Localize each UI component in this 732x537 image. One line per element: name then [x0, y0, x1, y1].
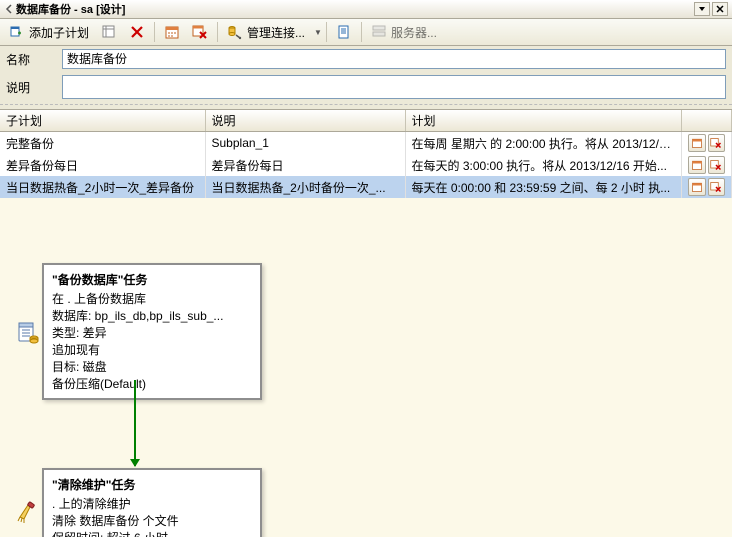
add-subplan-icon [9, 24, 25, 40]
schedule-edit-button[interactable] [688, 134, 706, 152]
task-title: "清除维护"任务 [52, 476, 252, 493]
task-line: 备份压缩(Default) [52, 375, 252, 392]
col-schedule[interactable]: 计划 [405, 110, 682, 132]
delete-icon [129, 24, 145, 40]
task-line: 类型: 差异 [52, 324, 252, 341]
task-backup-database[interactable]: "备份数据库"任务 在 . 上备份数据库 数据库: bp_ils_db,bp_i… [42, 263, 262, 400]
report-options-button[interactable] [331, 20, 357, 44]
titlebar: 数据库备份 - sa [设计] [0, 0, 732, 19]
name-row: 名称 [0, 46, 732, 72]
chevron-down-icon[interactable]: ▼ [314, 28, 322, 37]
schedule-delete-button[interactable] [708, 156, 726, 174]
calendar-icon [164, 24, 180, 40]
connector-success[interactable] [134, 380, 136, 466]
cell-desc: 差异备份每日 [205, 154, 405, 176]
cell-schedule: 每天在 0:00:00 和 23:59:59 之间、每 2 小时 执... [405, 176, 682, 198]
cell-subplan: 当日数据热备_2小时一次_差异备份 [0, 176, 205, 198]
tab-chevron-left-icon[interactable] [4, 4, 14, 14]
arrow-down-icon [130, 459, 140, 467]
name-label: 名称 [6, 51, 62, 68]
task-line: 保留时间: 超过 6 小时 [52, 529, 252, 537]
task-line: 在 . 上备份数据库 [52, 290, 252, 307]
table-row[interactable]: 差异备份每日 差异备份每日 在每天的 3:00:00 执行。将从 2013/12… [0, 154, 732, 176]
cell-schedule: 在每周 星期六 的 2:00:00 执行。将从 2013/12/1... [405, 132, 682, 155]
name-input[interactable] [62, 49, 726, 69]
desc-label: 说明 [6, 79, 62, 96]
window-title: 数据库备份 - sa [设计] [16, 1, 125, 17]
calendar-delete-icon [192, 24, 208, 40]
schedule-delete-button[interactable] [708, 134, 726, 152]
schedule-edit-button[interactable] [688, 156, 706, 174]
task-line: 追加现有 [52, 341, 252, 358]
manage-connections-label: 管理连接... [247, 24, 305, 41]
subplan-props-icon [101, 24, 117, 40]
col-subplan[interactable]: 子计划 [0, 110, 205, 132]
calendar-delete-button[interactable] [187, 20, 213, 44]
design-canvas[interactable]: "备份数据库"任务 在 . 上备份数据库 数据库: bp_ils_db,bp_i… [0, 198, 732, 537]
cell-subplan: 差异备份每日 [0, 154, 205, 176]
desc-row: 说明 [0, 72, 732, 102]
servers-button[interactable]: 服务器... [366, 20, 442, 44]
desc-input[interactable] [62, 75, 726, 99]
cell-schedule: 在每天的 3:00:00 执行。将从 2013/12/16 开始... [405, 154, 682, 176]
close-button[interactable] [712, 2, 728, 16]
backup-db-icon [16, 320, 40, 344]
task-line: 数据库: bp_ils_db,bp_ils_sub_... [52, 307, 252, 324]
dropdown-button[interactable] [694, 2, 710, 16]
schedule-delete-button[interactable] [708, 178, 726, 196]
design-window: 数据库备份 - sa [设计] 添加子计划 [0, 0, 732, 537]
add-subplan-label: 添加子计划 [29, 24, 89, 41]
manage-connections-button[interactable]: 管理连接... [222, 20, 310, 44]
task-maintenance-cleanup[interactable]: "清除维护"任务 . 上的清除维护 清除 数据库备份 个文件 保留时间: 超过 … [42, 468, 262, 537]
calendar-props-button[interactable] [159, 20, 185, 44]
servers-icon [371, 24, 387, 40]
cleanup-icon [16, 499, 40, 523]
connections-icon [227, 24, 243, 40]
add-subplan-button[interactable]: 添加子计划 [4, 20, 94, 44]
col-desc[interactable]: 说明 [205, 110, 405, 132]
task-line: 清除 数据库备份 个文件 [52, 512, 252, 529]
task-title: "备份数据库"任务 [52, 271, 252, 288]
table-row[interactable]: 当日数据热备_2小时一次_差异备份 当日数据热备_2小时备份一次_... 每天在… [0, 176, 732, 198]
task-line: 目标: 磁盘 [52, 358, 252, 375]
report-icon [336, 24, 352, 40]
schedule-edit-button[interactable] [688, 178, 706, 196]
cell-desc: 当日数据热备_2小时备份一次_... [205, 176, 405, 198]
subplan-props-button[interactable] [96, 20, 122, 44]
cell-subplan: 完整备份 [0, 132, 205, 155]
col-actions [682, 110, 732, 132]
subplan-grid: 子计划 说明 计划 完整备份 Subplan_1 在每周 星期六 的 2:00:… [0, 109, 732, 198]
task-line: . 上的清除维护 [52, 495, 252, 512]
grid-header-row: 子计划 说明 计划 [0, 110, 732, 132]
table-row[interactable]: 完整备份 Subplan_1 在每周 星期六 的 2:00:00 执行。将从 2… [0, 132, 732, 155]
delete-subplan-button[interactable] [124, 20, 150, 44]
toolbar: 添加子计划 管理连接... [0, 19, 732, 46]
cell-desc: Subplan_1 [205, 132, 405, 155]
servers-label: 服务器... [391, 24, 437, 41]
